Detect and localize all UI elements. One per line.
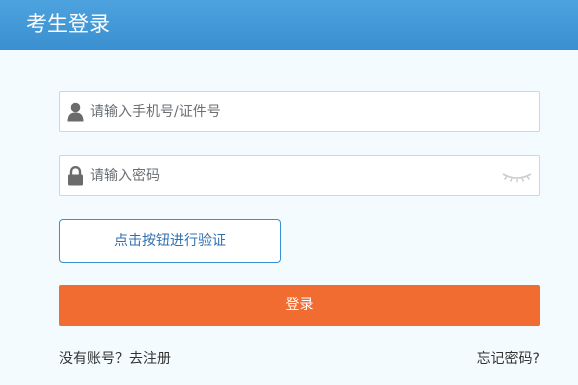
login-header: 考生登录 (0, 0, 578, 50)
password-field[interactable] (59, 155, 540, 196)
login-button[interactable]: 登录 (59, 285, 540, 326)
forgot-password-link[interactable]: 忘记密码? (477, 348, 540, 368)
lock-icon (68, 166, 83, 186)
password-input[interactable] (90, 156, 510, 195)
account-input[interactable] (90, 92, 510, 131)
eye-closed-icon[interactable] (501, 169, 533, 183)
user-icon (67, 102, 84, 122)
register-link[interactable]: 没有账号？去注册 (59, 348, 171, 368)
account-field[interactable] (59, 91, 540, 132)
verify-button[interactable]: 点击按钮进行验证 (59, 219, 281, 263)
page-title: 考生登录 (26, 12, 110, 36)
